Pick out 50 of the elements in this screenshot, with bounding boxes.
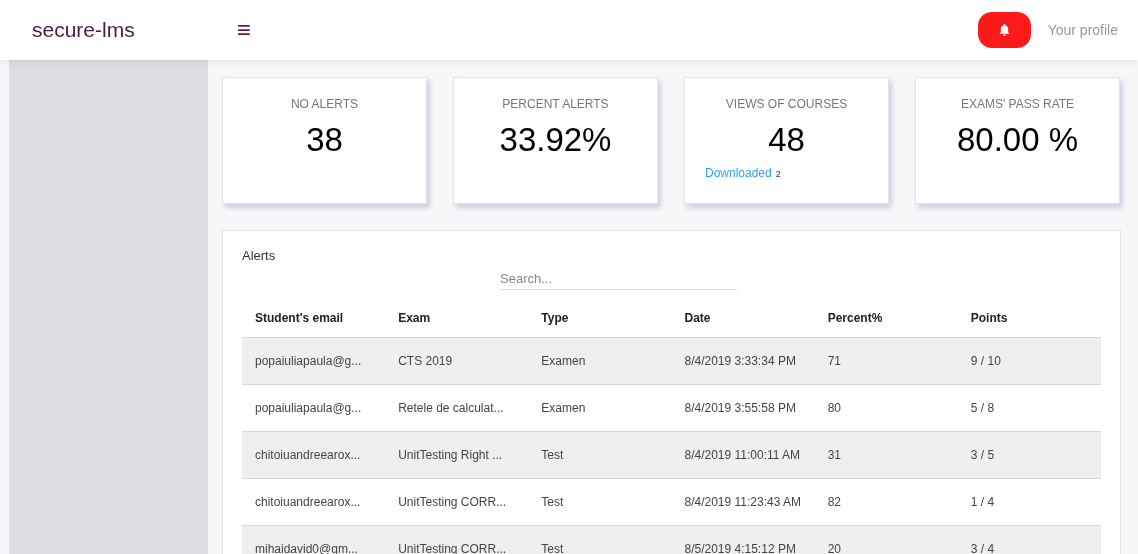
table-cell: UnitTesting Right ... xyxy=(385,431,529,478)
table-cell: 8/5/2019 4:15:12 PM xyxy=(671,525,815,554)
table-cell: popaiuliapaula@g... xyxy=(242,384,386,431)
stat-title: VIEWS OF COURSES xyxy=(725,96,848,113)
table-cell: 3 / 4 xyxy=(957,525,1101,554)
column-header: Points xyxy=(957,300,1101,337)
alerts-title: Alerts xyxy=(242,247,277,265)
column-header: Exam xyxy=(385,300,529,337)
bell-icon xyxy=(998,24,1010,36)
notification-button[interactable] xyxy=(977,12,1031,48)
column-header: Type xyxy=(528,300,672,337)
stat-value: 38 xyxy=(306,120,343,160)
column-header: Student's email xyxy=(242,300,386,337)
table-cell: 8/4/2019 3:55:58 PM xyxy=(671,384,815,431)
table-cell: 1 / 4 xyxy=(957,478,1101,525)
brand-name: secure-lms xyxy=(32,17,136,44)
table-cell: 8/4/2019 3:33:34 PM xyxy=(671,337,815,384)
table-cell: 31 xyxy=(814,431,958,478)
column-header: Percent% xyxy=(814,300,958,337)
table-cell: chitoiuandreearox... xyxy=(242,478,386,525)
table-cell: UnitTesting CORR... xyxy=(385,478,529,525)
table-cell: 71 xyxy=(814,337,958,384)
profile-link[interactable]: Your profile xyxy=(1047,19,1118,41)
table-cell: 5 / 8 xyxy=(957,384,1101,431)
table-cell: 3 / 5 xyxy=(957,431,1101,478)
stat-value: 48 xyxy=(768,120,805,160)
table-cell: Examen xyxy=(528,337,672,384)
table-cell: 20 xyxy=(814,525,958,554)
table-cell: chitoiuandreearox... xyxy=(242,431,386,478)
search-field[interactable]: Search... xyxy=(500,268,737,290)
column-header: Date xyxy=(671,300,815,337)
table-cell: Test xyxy=(528,431,672,478)
stat-title: PERCENT ALERTS xyxy=(502,96,609,113)
downloaded-link[interactable]: Downloaded xyxy=(705,164,772,182)
table-cell: 9 / 10 xyxy=(957,337,1101,384)
stat-title: EXAMS' PASS RATE xyxy=(960,96,1075,113)
table-cell: 8/4/2019 11:23:43 AM xyxy=(671,478,815,525)
stat-title: NO ALERTS xyxy=(290,96,359,113)
download-count: 2 xyxy=(775,168,781,181)
stat-value: 80.00 % xyxy=(956,120,1079,160)
table-cell: 82 xyxy=(814,478,958,525)
table-cell: Retele de calculat... xyxy=(385,384,529,431)
table-cell: 80 xyxy=(814,384,958,431)
table-cell: 8/4/2019 11:00:11 AM xyxy=(671,431,815,478)
table-cell: Test xyxy=(528,478,672,525)
table-cell: Examen xyxy=(528,384,672,431)
table-cell: Test xyxy=(528,525,672,554)
table-cell: popaiuliapaula@g... xyxy=(242,337,386,384)
stat-value: 33.92% xyxy=(499,120,612,160)
table-cell: CTS 2019 xyxy=(385,337,529,384)
